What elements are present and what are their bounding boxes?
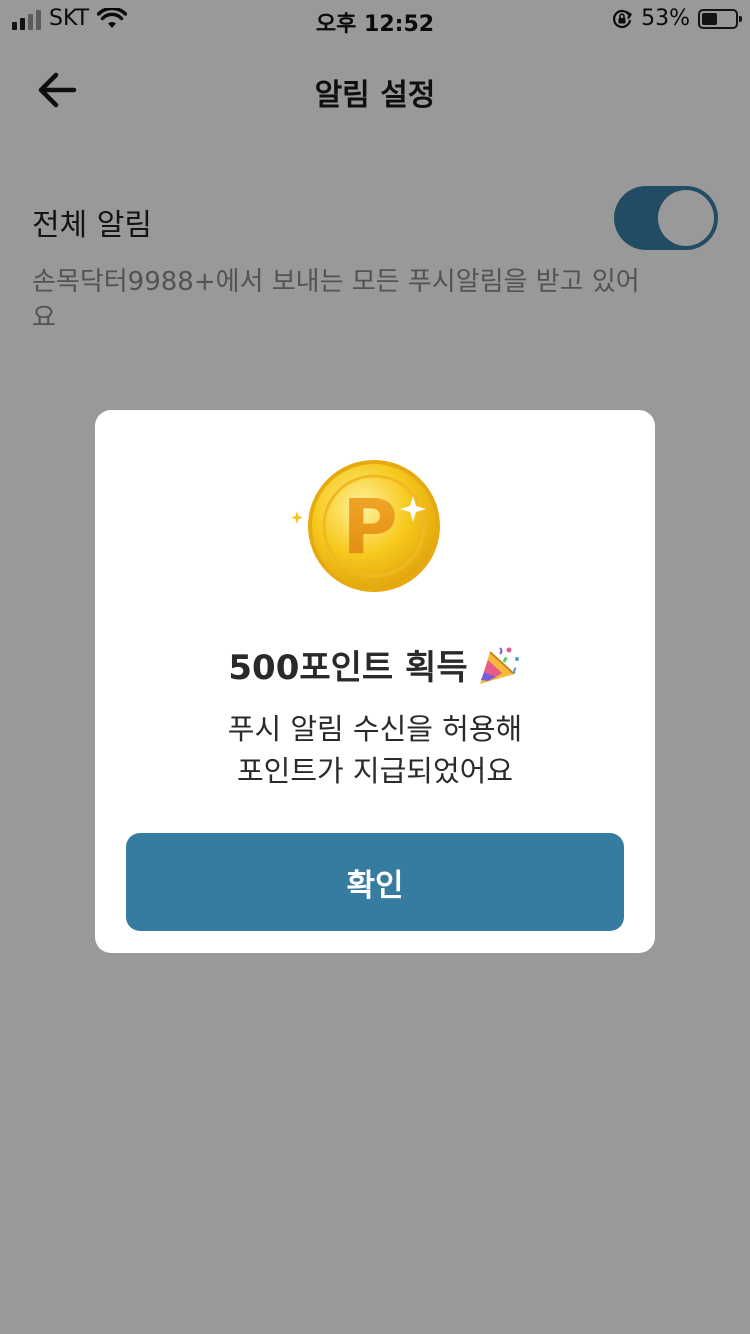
- modal-title-text: 500포인트 획득: [228, 648, 468, 688]
- points-modal: P 500포인트 획득 푸시 알림 수신을 허용해 포인트가 지급되었어요 확인: [95, 410, 655, 953]
- modal-message-line2: 포인트가 지급되었어요: [236, 754, 514, 788]
- confirm-button[interactable]: 확인: [126, 833, 624, 931]
- party-popper-icon: [476, 644, 522, 695]
- modal-title: 500포인트 획득: [95, 640, 655, 695]
- point-coin-icon: P: [290, 455, 450, 605]
- modal-message-line1: 푸시 알림 수신을 허용해: [227, 712, 523, 746]
- coin-letter: P: [342, 482, 398, 571]
- modal-message: 푸시 알림 수신을 허용해 포인트가 지급되었어요: [95, 708, 655, 792]
